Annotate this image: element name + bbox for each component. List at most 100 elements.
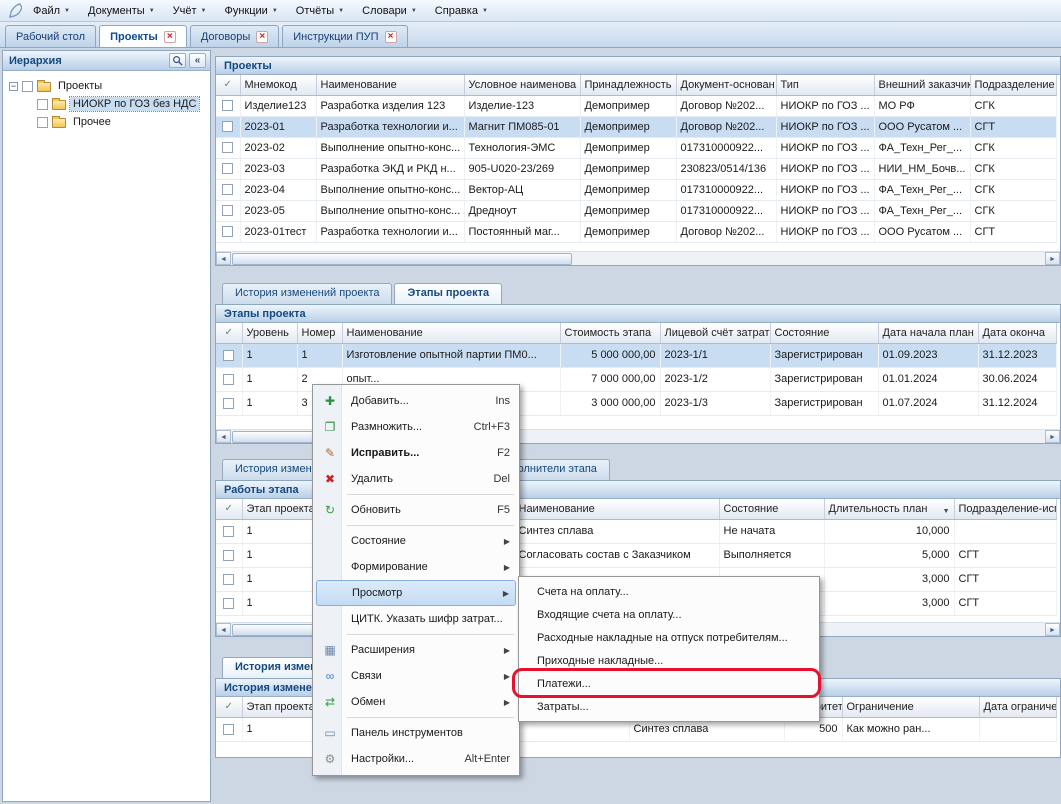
check-column-header[interactable]: ✓ (216, 323, 242, 343)
menu-item[interactable]: ✖УдалитьDel (316, 466, 516, 492)
tree-item[interactable]: НИОКР по ГОЗ без НДС (3, 95, 210, 113)
column-header[interactable]: Номер (297, 323, 342, 343)
scroll-left-icon[interactable]: ◄ (216, 623, 231, 636)
table-row[interactable]: 2023-01Разработка технологии и...Магнит … (216, 116, 1056, 137)
column-header[interactable]: Дата оконча (978, 323, 1056, 343)
menubar-item[interactable]: Учёт▼ (164, 2, 216, 20)
menubar-item[interactable]: Отчёты▼ (287, 2, 353, 20)
column-header[interactable]: Внешний заказчик (874, 75, 970, 95)
row-checkbox[interactable] (216, 543, 242, 567)
tab-item[interactable]: Инструкции ПУП× (282, 25, 407, 47)
collapse-sidebar-button[interactable]: « (189, 53, 206, 68)
menu-item[interactable]: ∞Связи▶ (316, 663, 516, 689)
menu-item[interactable]: ЦИТК. Указать шифр затрат... (316, 606, 516, 632)
menu-item[interactable]: Затраты... (522, 695, 816, 718)
row-checkbox[interactable] (216, 137, 240, 158)
column-header[interactable]: Тип (776, 75, 874, 95)
column-header[interactable]: Длительность план▼ (824, 499, 954, 519)
tree-expander-icon[interactable]: − (9, 82, 18, 91)
menu-item[interactable]: Расходные накладные на отпуск потребител… (522, 626, 816, 649)
column-header[interactable]: Состояние (770, 323, 878, 343)
scroll-thumb[interactable] (232, 253, 572, 265)
table-row[interactable]: 11Изготовление опытной партии ПМ0...5 00… (216, 343, 1056, 367)
tab-item[interactable]: Этапы проекта (394, 283, 502, 304)
tab-close-icon[interactable]: × (164, 31, 176, 43)
menubar-item[interactable]: Документы▼ (79, 2, 164, 20)
column-header[interactable]: Уровень (242, 323, 297, 343)
tab-item[interactable]: Договоры× (190, 25, 279, 47)
menu-item[interactable]: ▭Панель инструментов (316, 720, 516, 746)
column-header[interactable]: Лицевой счёт затрат (660, 323, 770, 343)
table-row[interactable]: 2023-03Разработка ЭКД и РКД н...905-U020… (216, 158, 1056, 179)
column-header[interactable]: Наименование (514, 499, 719, 519)
menubar-item[interactable]: Функции▼ (215, 2, 286, 20)
menu-item[interactable]: ✎Исправить...F2 (316, 440, 516, 466)
column-header[interactable]: Наименование (316, 75, 464, 95)
table-row[interactable]: 2023-04Выполнение опытно-конс...Вектор-А… (216, 179, 1056, 200)
menubar-item[interactable]: Файл▼ (24, 2, 79, 20)
tab-item[interactable]: Проекты× (99, 25, 187, 47)
check-column-header[interactable]: ✓ (216, 75, 240, 95)
column-header[interactable]: Документ-основан (676, 75, 776, 95)
row-checkbox[interactable] (216, 567, 242, 591)
column-header[interactable]: Дата ограничен (979, 697, 1056, 717)
check-column-header[interactable]: ✓ (216, 697, 242, 717)
menu-item[interactable]: ✚Добавить...Ins (316, 388, 516, 414)
row-checkbox[interactable] (216, 116, 240, 137)
menubar-item[interactable]: Справка▼ (426, 2, 497, 20)
menu-item[interactable]: ⇄Обмен▶ (316, 689, 516, 715)
menu-item[interactable]: Входящие счета на оплату... (522, 603, 816, 626)
menubar-item[interactable]: Словари▼ (353, 2, 426, 20)
row-checkbox[interactable] (216, 95, 240, 116)
table-row[interactable]: 2023-01тестРазработка технологии и...Пос… (216, 221, 1056, 242)
row-checkbox[interactable] (216, 200, 240, 221)
column-header[interactable]: Стоимость этапа (560, 323, 660, 343)
tab-item[interactable]: Рабочий стол (5, 25, 96, 47)
column-header[interactable]: Наименование (342, 323, 560, 343)
column-header[interactable]: Дата начала план (878, 323, 978, 343)
menu-item[interactable]: Приходные накладные... (522, 649, 816, 672)
check-column-header[interactable]: ✓ (216, 499, 242, 519)
column-header[interactable]: Подразделение (970, 75, 1056, 95)
row-checkbox[interactable] (216, 391, 242, 415)
scroll-right-icon[interactable]: ► (1045, 623, 1060, 636)
projects-hscrollbar[interactable]: ◄ ► (216, 251, 1060, 265)
tab-close-icon[interactable]: × (256, 31, 268, 43)
row-checkbox[interactable] (216, 519, 242, 543)
tab-item[interactable]: История изменений проекта (222, 283, 392, 304)
column-header[interactable]: Условное наименова (464, 75, 580, 95)
row-checkbox[interactable] (216, 221, 240, 242)
menu-item[interactable]: Состояние▶ (316, 528, 516, 554)
table-row[interactable]: Изделие123Разработка изделия 123Изделие-… (216, 95, 1056, 116)
column-header[interactable]: Состояние (719, 499, 824, 519)
find-button[interactable] (169, 53, 186, 68)
menu-item[interactable]: Просмотр▶ (316, 580, 516, 606)
row-checkbox[interactable] (216, 717, 242, 741)
row-checkbox[interactable] (216, 158, 240, 179)
column-header[interactable]: Принадлежность (580, 75, 676, 95)
tree-checkbox[interactable] (37, 117, 48, 128)
menu-item[interactable]: ❐Размножить...Ctrl+F3 (316, 414, 516, 440)
tree-checkbox[interactable] (37, 99, 48, 110)
menu-item[interactable]: Счета на оплату... (522, 580, 816, 603)
menu-item[interactable]: ▦Расширения▶ (316, 637, 516, 663)
tree-checkbox[interactable] (22, 81, 33, 92)
menu-item[interactable]: ⚙Настройки...Alt+Enter (316, 746, 516, 772)
tab-close-icon[interactable]: × (385, 31, 397, 43)
menu-item[interactable]: Платежи... (522, 672, 816, 695)
row-checkbox[interactable] (216, 591, 242, 615)
row-checkbox[interactable] (216, 367, 242, 391)
table-row[interactable]: 2023-05Выполнение опытно-конс...Дредноут… (216, 200, 1056, 221)
scroll-left-icon[interactable]: ◄ (216, 252, 231, 265)
scroll-right-icon[interactable]: ► (1045, 430, 1060, 443)
tree-item[interactable]: −Проекты (3, 77, 210, 95)
table-row[interactable]: 2023-02Выполнение опытно-конс...Технолог… (216, 137, 1056, 158)
row-checkbox[interactable] (216, 343, 242, 367)
column-header[interactable]: Мнемокод (240, 75, 316, 95)
scroll-left-icon[interactable]: ◄ (216, 430, 231, 443)
column-header[interactable]: Ограничение (842, 697, 979, 717)
tree-item[interactable]: Прочее (3, 113, 210, 131)
menu-item[interactable]: Формирование▶ (316, 554, 516, 580)
column-header[interactable]: Подразделение-исп (954, 499, 1056, 519)
row-checkbox[interactable] (216, 179, 240, 200)
